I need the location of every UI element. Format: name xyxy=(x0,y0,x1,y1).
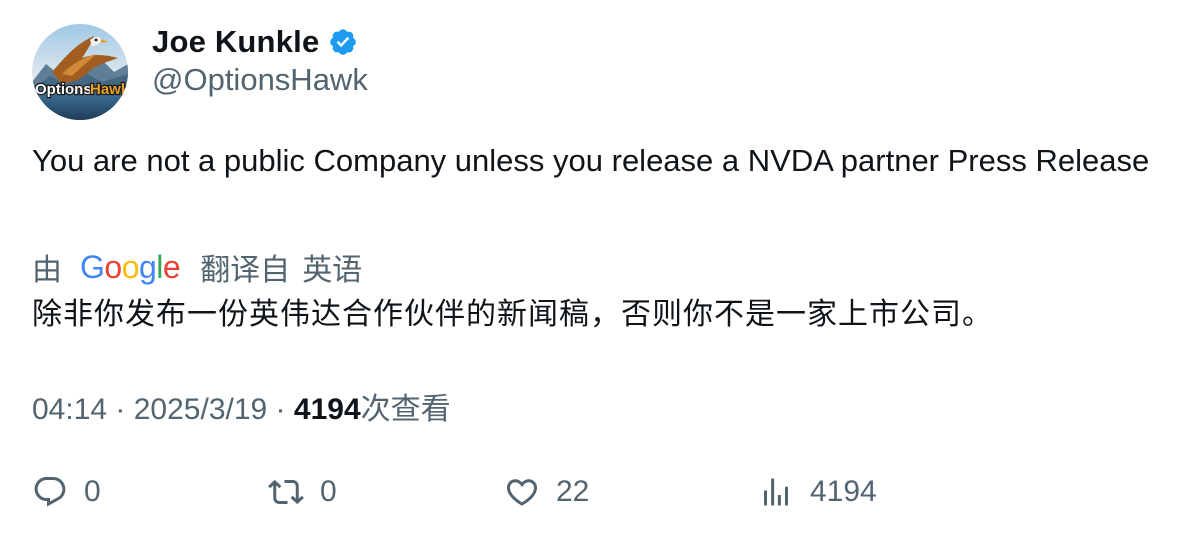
views-action-count: 4194 xyxy=(810,475,877,508)
tweet-card: Options Hawk Joe Kunkle @OptionsHawk You… xyxy=(0,0,1196,538)
translation-attribution[interactable]: 由 Google 翻译自 英语 xyxy=(32,246,363,289)
views-label: 次查看 xyxy=(360,392,451,427)
svg-text:Options: Options xyxy=(35,81,92,98)
tweet-meta: 04:14 · 2025/3/19 · 4194次查看 xyxy=(32,384,451,428)
tweet-date[interactable]: 2025/3/19 xyxy=(134,393,267,426)
action-bar: 0 0 22 4194 xyxy=(0,470,1196,514)
retweet-count: 0 xyxy=(320,475,337,508)
avatar[interactable]: Options Hawk xyxy=(32,24,128,120)
author-handle[interactable]: @OptionsHawk xyxy=(152,62,368,98)
meta-separator: · xyxy=(267,393,294,426)
source-language: 英语 xyxy=(302,253,363,288)
tweet-text: You are not a public Company unless you … xyxy=(32,143,1150,178)
google-logo-letter: o xyxy=(104,248,122,285)
tweet-time[interactable]: 04:14 xyxy=(32,393,107,426)
retweet-button[interactable]: 0 xyxy=(268,470,337,514)
author-display-name[interactable]: Joe Kunkle xyxy=(152,24,319,60)
like-button[interactable]: 22 xyxy=(504,470,589,514)
hawk-logo-icon: Options Hawk xyxy=(32,24,128,120)
views-button[interactable]: 4194 xyxy=(758,470,877,514)
google-logo: Google xyxy=(80,248,181,286)
google-logo-letter: g xyxy=(138,248,157,285)
reply-button[interactable]: 0 xyxy=(32,470,101,514)
reply-icon xyxy=(34,477,66,507)
meta-separator: · xyxy=(107,393,134,426)
translated-from-label: 翻译自 xyxy=(200,253,291,288)
analytics-icon xyxy=(764,478,788,506)
google-logo-letter: l xyxy=(156,248,163,285)
author-name-row[interactable]: Joe Kunkle xyxy=(152,22,358,62)
translated-text: 除非你发布一份英伟达合作伙伴的新闻稿，否则你不是一家上市公司。 xyxy=(32,297,993,332)
reply-count: 0 xyxy=(84,475,101,508)
google-logo-letter: G xyxy=(80,248,105,285)
google-logo-letter: e xyxy=(162,248,181,285)
svg-text:Hawk: Hawk xyxy=(90,81,128,98)
heart-icon xyxy=(506,479,538,506)
like-count: 22 xyxy=(556,475,590,508)
retweet-icon xyxy=(268,479,304,505)
translated-by-label: 由 xyxy=(32,253,62,288)
views-count: 4194 xyxy=(293,393,361,426)
google-logo-letter: o xyxy=(121,248,140,285)
verified-badge-icon xyxy=(328,27,358,57)
